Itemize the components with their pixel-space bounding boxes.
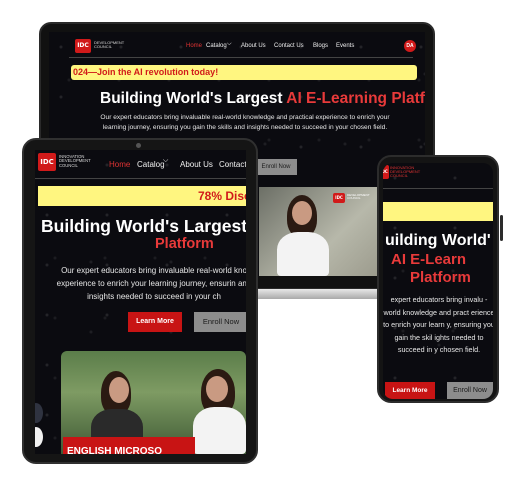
promo-banner[interactable]: 78% Disc (38, 186, 246, 206)
nav-about[interactable]: About Us (180, 160, 213, 169)
hero-heading-line2: Platform (155, 236, 214, 252)
hero-paragraph: Our expert educators bring invaluable re… (100, 114, 390, 131)
nav-about[interactable]: About Us (241, 43, 266, 49)
hero-heading-line3: Platform (410, 269, 471, 286)
brand-name: INNOVATION DEVELOPMENT COUNCIL (390, 165, 421, 179)
video-logo-text: DEVELOPMENT COUNCIL (347, 193, 370, 201)
tablet-camera (136, 143, 141, 148)
learn-more-button[interactable]: Learn More (128, 312, 182, 332)
person-face (292, 201, 312, 225)
person-shirt (277, 232, 329, 276)
header-divider (69, 57, 413, 58)
nav-blogs[interactable]: Blogs (313, 43, 328, 49)
side-scroll-button[interactable] (35, 403, 43, 423)
person-shirt-2 (193, 407, 246, 454)
nav-catalog[interactable]: Catalog (206, 43, 227, 49)
course-card-image[interactable]: ENGLISH MICROSO (61, 351, 246, 454)
hero-paragraph: expert educators bring invalu -world kno… (383, 295, 493, 354)
hero-heading: Building World's Largest AI (41, 216, 246, 237)
phone-device: IDC INNOVATION DEVELOPMENT COUNCIL uildi… (377, 155, 503, 403)
promo-banner[interactable]: 024—Join the AI revolution today! (71, 65, 417, 80)
hero-heading-red: AI E-Learning Platform (286, 90, 425, 107)
enroll-now-button[interactable]: Enroll Now (447, 382, 493, 399)
phone-screen: IDC INNOVATION DEVELOPMENT COUNCIL uildi… (383, 163, 493, 399)
enroll-now-button[interactable]: Enroll Now (255, 159, 297, 175)
tablet-screen: IDC INNOVATION DEVELOPMENT COUNCIL Home … (35, 150, 246, 454)
nav-contact[interactable]: Contact Us (274, 43, 304, 49)
brand-logo[interactable]: IDC (38, 153, 56, 171)
person-face (109, 377, 129, 403)
brand-name: INNOVATION DEVELOPMENT COUNCIL (59, 154, 91, 168)
nav-home[interactable]: Home (109, 160, 130, 169)
hero-heading-line2: AI E-Learn (391, 251, 467, 268)
course-caption: ENGLISH MICROSO (63, 437, 195, 454)
brand-logo[interactable]: IDC (383, 165, 389, 179)
nav-home[interactable]: Home (186, 43, 202, 49)
brand-name: DEVELOPMENT COUNCIL (94, 40, 125, 50)
enroll-now-button[interactable]: Enroll Now (194, 312, 246, 332)
brand-logo[interactable]: IDC (75, 39, 91, 53)
header-divider (383, 188, 493, 189)
hero-heading-white: Building World's Largest (41, 216, 246, 236)
side-chat-button[interactable] (35, 427, 43, 447)
learn-more-button[interactable]: Learn More (385, 382, 435, 399)
course-caption-text: ENGLISH MICROSO (67, 446, 163, 454)
header-divider (35, 178, 246, 179)
person-face-2 (206, 376, 228, 402)
nav-catalog[interactable]: Catalog (137, 160, 165, 169)
chevron-down-icon[interactable]: ⌵ (227, 41, 232, 48)
hero-heading-white: Building World's Largest (100, 90, 287, 107)
hero-paragraph: Our expert educators bring invaluable re… (56, 266, 246, 301)
tablet-device: IDC INNOVATION DEVELOPMENT COUNCIL Home … (22, 138, 258, 464)
chevron-down-icon[interactable]: ⌵ (163, 157, 168, 165)
hero-heading-line1: uilding World' (385, 232, 491, 249)
user-avatar[interactable]: DA (404, 40, 416, 52)
phone-side-button (500, 215, 503, 241)
hero-heading: Building World's Largest AI E-Learning P… (100, 90, 425, 108)
nav-contact[interactable]: Contact (219, 160, 246, 169)
video-logo: IDC (333, 193, 345, 203)
nav-events[interactable]: Events (336, 43, 354, 49)
promo-banner[interactable] (383, 202, 493, 221)
